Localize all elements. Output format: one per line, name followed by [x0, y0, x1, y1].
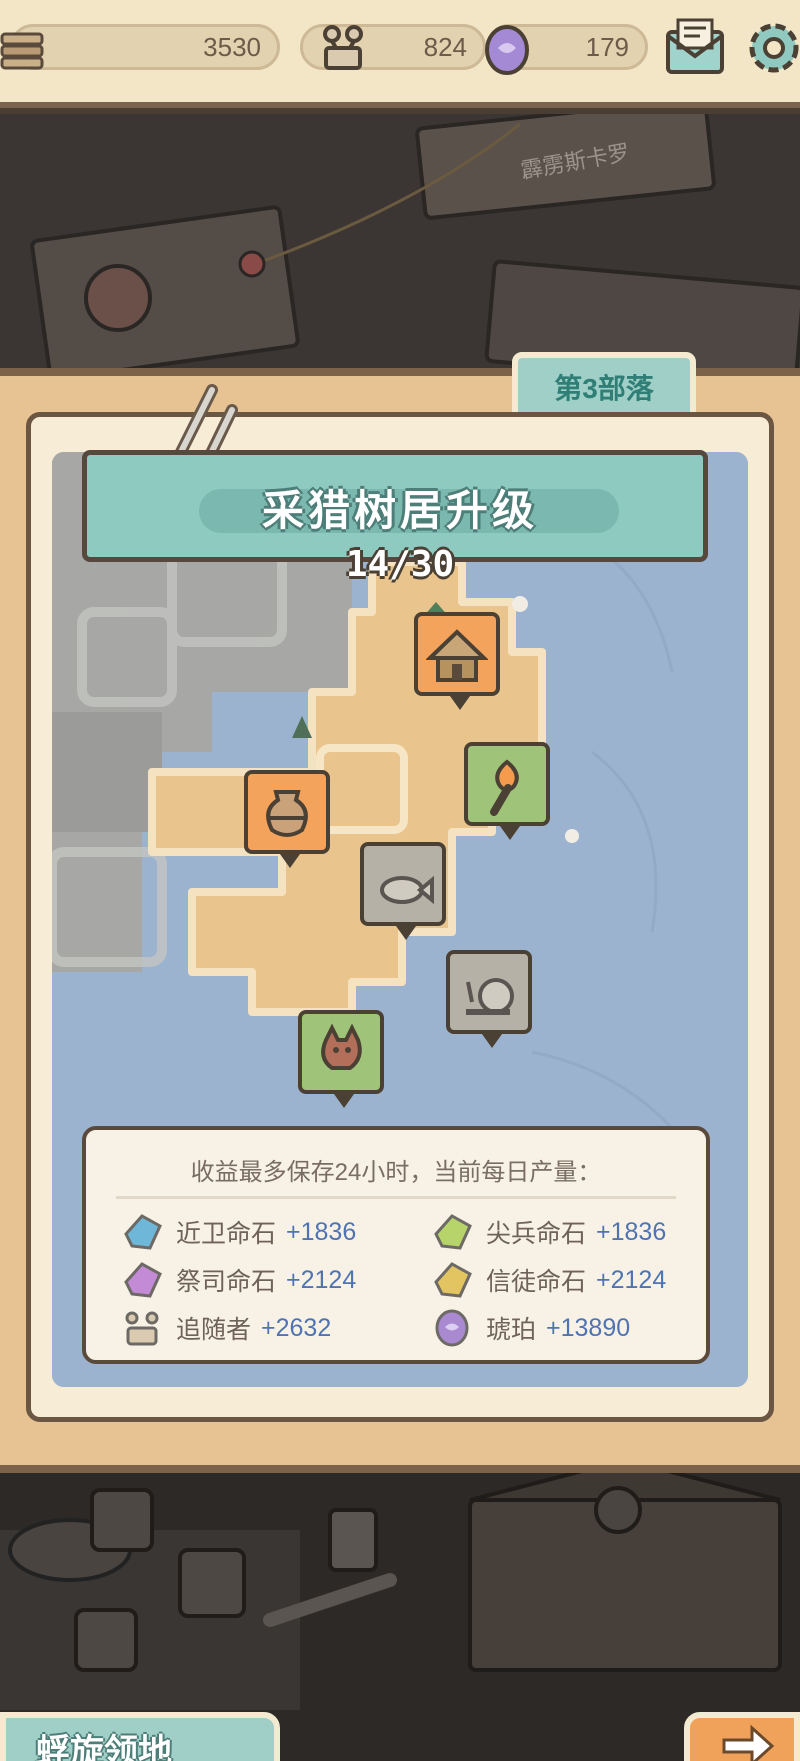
- wooden-hut-icon: [426, 629, 488, 682]
- resource-bar: 3530 824 179: [0, 0, 800, 108]
- production-name: 祭司命石: [176, 1268, 277, 1296]
- production-item-vanguard-stone: 尖兵命石 +1836: [430, 1212, 666, 1252]
- production-value: +2124: [286, 1265, 357, 1294]
- wood-stack-icon: [0, 32, 44, 70]
- purple-gem-icon: [124, 1262, 162, 1298]
- next-button[interactable]: [684, 1712, 800, 1761]
- production-name: 信徒命石: [486, 1268, 587, 1296]
- production-name: 追随者: [176, 1316, 252, 1344]
- fish-marker[interactable]: [360, 842, 446, 940]
- gold-gem-icon: [434, 1262, 472, 1298]
- upgrade-progress: 14/30: [345, 544, 455, 585]
- arrow-right-icon: [722, 1724, 775, 1761]
- pot-marker[interactable]: [244, 770, 330, 868]
- territory-button[interactable]: 蜉旋领地: [0, 1712, 280, 1761]
- production-item-guard-stone: 近卫命石 +1836: [120, 1212, 356, 1252]
- green-gem-icon: [434, 1214, 472, 1250]
- background-board: 霹雳斯卡罗: [0, 97, 800, 390]
- follower-icon: [125, 1311, 159, 1346]
- production-value: +1836: [596, 1217, 667, 1246]
- board-decoration: [0, 97, 800, 390]
- production-name: 琥珀: [486, 1316, 537, 1344]
- hut-marker[interactable]: [414, 612, 500, 710]
- clay-pot-icon: [266, 790, 308, 837]
- production-value: +2632: [261, 1313, 332, 1342]
- amber-icon: [435, 1309, 469, 1347]
- divider: [116, 1196, 676, 1199]
- production-item-followers: 追随者 +2632: [120, 1308, 331, 1348]
- production-value: +13890: [546, 1313, 631, 1342]
- resource-pill-wood: 3530: [10, 24, 280, 70]
- snail-icon: [466, 978, 514, 1015]
- torch-icon: [490, 759, 519, 816]
- torch-marker[interactable]: [464, 742, 550, 840]
- production-value: +2124: [596, 1265, 667, 1294]
- production-name: 尖兵命石: [486, 1220, 587, 1248]
- production-item-believer-stone: 信徒命石 +2124: [430, 1260, 666, 1300]
- production-item-priest-stone: 祭司命石 +2124: [120, 1260, 356, 1300]
- production-info-title: 收益最多保存24小时，当前每日产量：: [190, 1159, 602, 1186]
- followers-value: 824: [423, 31, 467, 62]
- fish-icon: [380, 875, 434, 905]
- blue-gem-icon: [124, 1214, 162, 1250]
- page-title: 采猎树居升级: [261, 487, 538, 534]
- follower-totem-icon: [323, 25, 363, 70]
- production-value: +1836: [286, 1217, 357, 1246]
- amber-value: 179: [585, 31, 629, 62]
- production-name: 近卫命石: [176, 1220, 277, 1248]
- wood-value: 3530: [203, 31, 261, 62]
- amber-icon: [485, 25, 529, 75]
- settings-gear-icon[interactable]: [740, 12, 800, 82]
- snail-marker[interactable]: [446, 950, 532, 1048]
- production-item-amber: 琥珀 +13890: [430, 1308, 630, 1348]
- production-info-panel: 收益最多保存24小时，当前每日产量： 近卫命石 +1836 尖兵命石 +1836…: [82, 1126, 710, 1364]
- wolf-marker[interactable]: [298, 1010, 384, 1108]
- mail-icon[interactable]: [664, 14, 726, 80]
- wolf-icon: [321, 1023, 362, 1070]
